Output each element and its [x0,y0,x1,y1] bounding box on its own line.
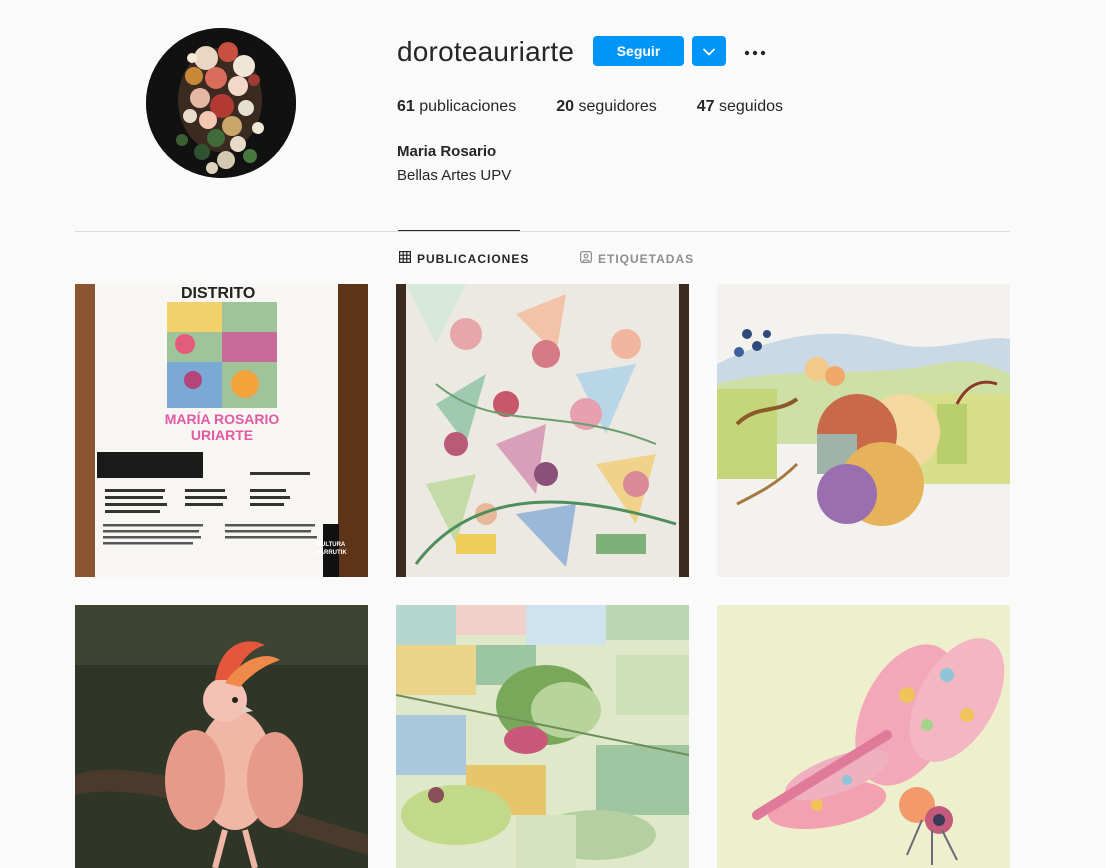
more-horizontal-icon [743,44,767,59]
post-tile[interactable]: DISTRITO MARÍA ROSARIO URIARTE KULTURA B… [75,284,368,577]
landscape-watercolor-image [717,284,1010,577]
posts-label: publicaciones [419,98,517,115]
cockatoo-painting-image [75,605,368,868]
post-tile[interactable] [396,605,689,868]
avatar[interactable] [146,28,296,178]
post-tile[interactable] [717,284,1010,577]
poster-image: DISTRITO MARÍA ROSARIO URIARTE KULTURA B… [75,284,368,577]
post-tile[interactable] [396,284,689,577]
followers-label: seguidores [578,98,657,115]
profile-stats: 61 publicaciones 20 seguidores 47 seguid… [397,98,823,116]
bio: Bellas Artes UPV [397,167,512,184]
water-lilies-abstract-image [396,605,689,868]
floral-abstract-image [396,284,689,577]
following-label: seguidos [718,98,784,115]
post-tile[interactable] [75,605,368,868]
avatar-artwork [146,28,296,178]
poster-name-line2: URIARTE [191,427,253,443]
poster-corner-line2: BARRUTIK [315,550,347,556]
tab-posts-label: PUBLICACIONES [417,251,530,266]
following-stat[interactable]: 47 seguidos [697,98,783,116]
chevron-down-icon [703,44,715,59]
tagged-user-icon [580,251,598,266]
tab-tagged-label: ETIQUETADAS [598,251,695,266]
tab-posts[interactable]: PUBLICACIONES [399,251,529,266]
post-tile[interactable] [717,605,1010,868]
active-tab-indicator [398,230,520,231]
followers-count: 20 [556,98,574,115]
poster-name-line1: MARÍA ROSARIO [165,411,280,427]
options-button[interactable] [740,38,770,64]
dragonfly-painting-image [717,605,1010,868]
full-name: Maria Rosario [397,143,497,160]
following-count: 47 [696,98,715,115]
tabs-divider [75,231,1010,232]
suggested-dropdown-button[interactable] [692,36,726,66]
grid-icon [399,251,417,266]
posts-stat: 61 publicaciones [397,98,516,116]
posts-count: 61 [397,98,415,115]
follow-button[interactable]: Seguir [593,36,684,66]
followers-stat[interactable]: 20 seguidores [556,98,657,116]
username: doroteauriarte [397,36,575,67]
tab-tagged[interactable]: ETIQUETADAS [580,251,694,266]
poster-corner-line1: KULTURA [317,542,346,548]
poster-title: DISTRITO [181,285,255,302]
profile-page: doroteauriarte Seguir 61 publicaciones 2… [0,0,1106,868]
